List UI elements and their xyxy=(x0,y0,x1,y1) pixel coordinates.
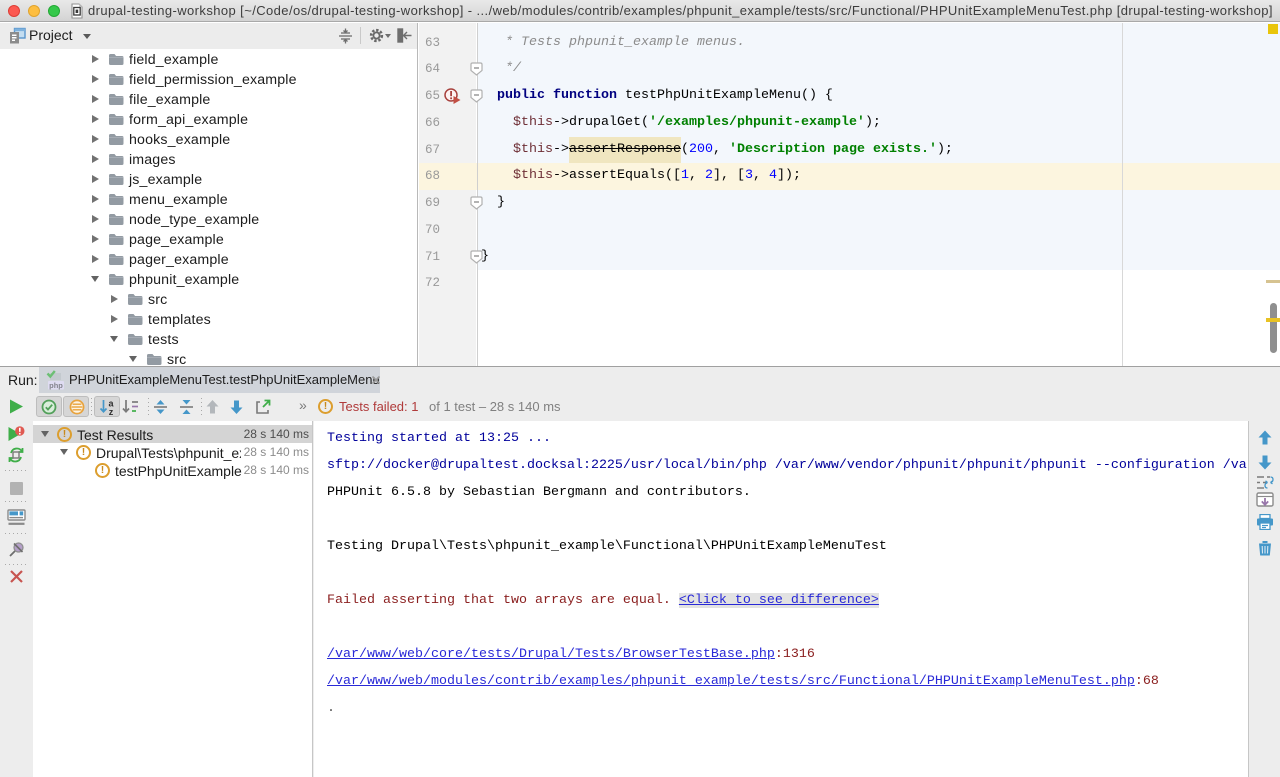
svg-text:php: php xyxy=(49,381,63,390)
svg-text:z: z xyxy=(109,407,114,415)
